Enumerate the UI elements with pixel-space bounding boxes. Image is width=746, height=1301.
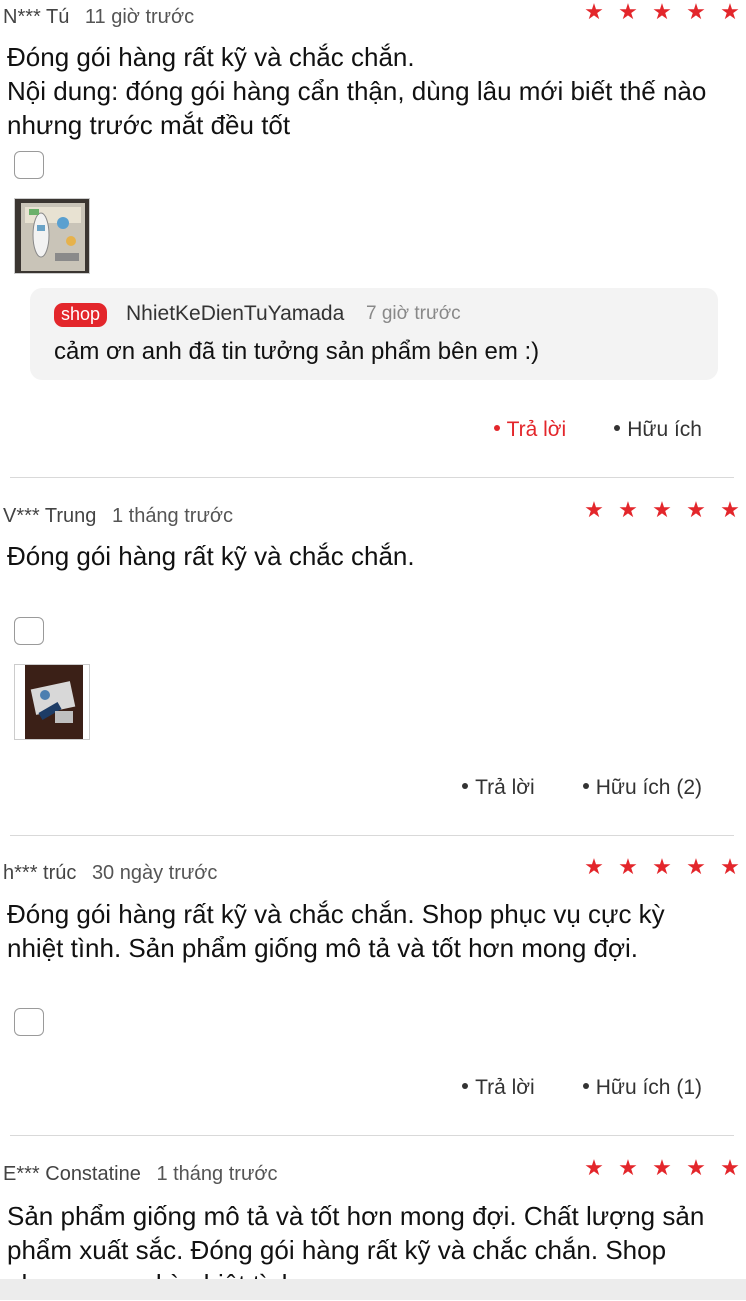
review-actions: Trả lời Hữu ích (2) bbox=[462, 776, 702, 800]
bullet-icon bbox=[582, 783, 589, 790]
shop-badge: shop bbox=[54, 303, 108, 327]
star-icon: ★ bbox=[686, 854, 706, 879]
review-meta: h*** trúc 30 ngày trước bbox=[3, 862, 217, 885]
select-checkbox[interactable] bbox=[14, 151, 44, 179]
review-time: 11 giờ trước bbox=[84, 6, 195, 28]
star-icon: ★ bbox=[618, 0, 638, 24]
star-icon: ★ bbox=[584, 0, 604, 24]
helpful-label: Hữu ích (2) bbox=[595, 776, 702, 799]
review-actions: Trả lời Hữu ích (1) bbox=[462, 1076, 702, 1100]
helpful-label: Hữu ích (1) bbox=[595, 1076, 702, 1099]
star-icon: ★ bbox=[618, 854, 638, 879]
star-rating: ★ ★ ★ ★ ★ bbox=[584, 854, 740, 879]
review-photo-thumbnail[interactable] bbox=[14, 664, 90, 740]
review-text: Đóng gói hàng rất kỹ và chắc chắn. Nội d… bbox=[7, 40, 743, 142]
review-meta: E*** Constatine 1 tháng trước bbox=[3, 1163, 277, 1186]
select-checkbox[interactable] bbox=[14, 1008, 44, 1036]
review-text: Đóng gói hàng rất kỹ và chắc chắn. Shop … bbox=[7, 897, 743, 965]
star-icon: ★ bbox=[618, 497, 638, 522]
select-checkbox[interactable] bbox=[14, 617, 44, 645]
review-time: 1 tháng trước bbox=[156, 1163, 278, 1185]
helpful-button[interactable]: Hữu ích (2) bbox=[582, 776, 702, 800]
helpful-button[interactable]: Hữu ích (1) bbox=[582, 1076, 702, 1100]
star-rating: ★ ★ ★ ★ ★ bbox=[584, 0, 740, 24]
star-icon: ★ bbox=[584, 854, 604, 879]
review-photo-thumbnail[interactable] bbox=[14, 198, 90, 274]
reply-button[interactable]: Trả lời bbox=[462, 776, 535, 800]
shop-reply-box: shop NhietKeDienTuYamada 7 giờ trước cảm… bbox=[30, 288, 718, 380]
star-rating: ★ ★ ★ ★ ★ bbox=[584, 497, 740, 522]
divider bbox=[10, 477, 734, 478]
divider bbox=[10, 1135, 734, 1136]
reviewer-name: E*** Constatine bbox=[3, 1163, 141, 1185]
star-icon: ★ bbox=[686, 497, 706, 522]
reply-label: Trả lời bbox=[506, 418, 567, 441]
review-text-line: Nội dung: đóng gói hàng cẩn thận, dùng l… bbox=[7, 76, 707, 106]
thermometer-photo-image bbox=[15, 199, 89, 273]
reply-button[interactable]: Trả lời bbox=[493, 418, 567, 442]
review-text-line: Đóng gói hàng rất kỹ và chắc chắn. Shop … bbox=[7, 899, 665, 929]
bullet-icon bbox=[582, 1083, 589, 1090]
bottom-bar bbox=[0, 1279, 746, 1300]
review-time: 1 tháng trước bbox=[111, 505, 233, 527]
review-text-line: Đóng gói hàng rất kỹ và chắc chắn. bbox=[7, 42, 415, 72]
reviewer-name: N*** Tú bbox=[3, 6, 70, 28]
star-icon: ★ bbox=[720, 0, 740, 24]
shop-reply-time: 7 giờ trước bbox=[366, 303, 461, 324]
review-actions: Trả lời Hữu ích bbox=[493, 418, 702, 442]
shop-name: NhietKeDienTuYamada bbox=[126, 302, 345, 325]
star-icon: ★ bbox=[652, 854, 672, 879]
star-icon: ★ bbox=[652, 1155, 672, 1180]
reply-label: Trả lời bbox=[475, 1076, 535, 1099]
reviewer-name: h*** trúc bbox=[3, 862, 77, 884]
review-text-line: Sản phẩm giống mô tả và tốt hơn mong đợi… bbox=[7, 1201, 705, 1231]
reply-label: Trả lời bbox=[475, 776, 535, 799]
star-icon: ★ bbox=[584, 497, 604, 522]
star-icon: ★ bbox=[652, 0, 672, 24]
reviewer-name: V*** Trung bbox=[3, 505, 97, 527]
bullet-icon bbox=[462, 1083, 469, 1090]
helpful-label: Hữu ích bbox=[627, 418, 702, 441]
star-icon: ★ bbox=[652, 497, 672, 522]
review-text-line: nhưng trước mắt đều tốt bbox=[7, 110, 291, 140]
star-icon: ★ bbox=[720, 854, 740, 879]
reply-button[interactable]: Trả lời bbox=[462, 1076, 535, 1100]
bullet-icon bbox=[462, 783, 469, 790]
review-time: 30 ngày trước bbox=[91, 862, 218, 884]
review-meta: N*** Tú 11 giờ trước bbox=[3, 6, 194, 29]
star-icon: ★ bbox=[720, 1155, 740, 1180]
bullet-icon bbox=[493, 425, 500, 432]
bullet-icon bbox=[614, 425, 621, 432]
shop-reply-message: cảm ơn anh đã tin tưởng sản phẩm bên em … bbox=[54, 338, 540, 365]
helpful-button[interactable]: Hữu ích bbox=[614, 418, 702, 442]
product-photo-image bbox=[15, 665, 89, 739]
star-icon: ★ bbox=[584, 1155, 604, 1180]
star-icon: ★ bbox=[686, 1155, 706, 1180]
star-rating: ★ ★ ★ ★ ★ bbox=[584, 1155, 740, 1180]
review-meta: V*** Trung 1 tháng trước bbox=[3, 505, 233, 528]
star-icon: ★ bbox=[618, 1155, 638, 1180]
star-icon: ★ bbox=[720, 497, 740, 522]
star-icon: ★ bbox=[686, 0, 706, 24]
review-text-line: nhiệt tình. Sản phẩm giống mô tả và tốt … bbox=[7, 933, 639, 963]
divider bbox=[10, 835, 734, 836]
review-text: Đóng gói hàng rất kỹ và chắc chắn. bbox=[7, 539, 743, 573]
review-text-line: phẩm xuất sắc. Đóng gói hàng rất kỹ và c… bbox=[7, 1235, 667, 1265]
review-text-line: Đóng gói hàng rất kỹ và chắc chắn. bbox=[7, 541, 415, 571]
